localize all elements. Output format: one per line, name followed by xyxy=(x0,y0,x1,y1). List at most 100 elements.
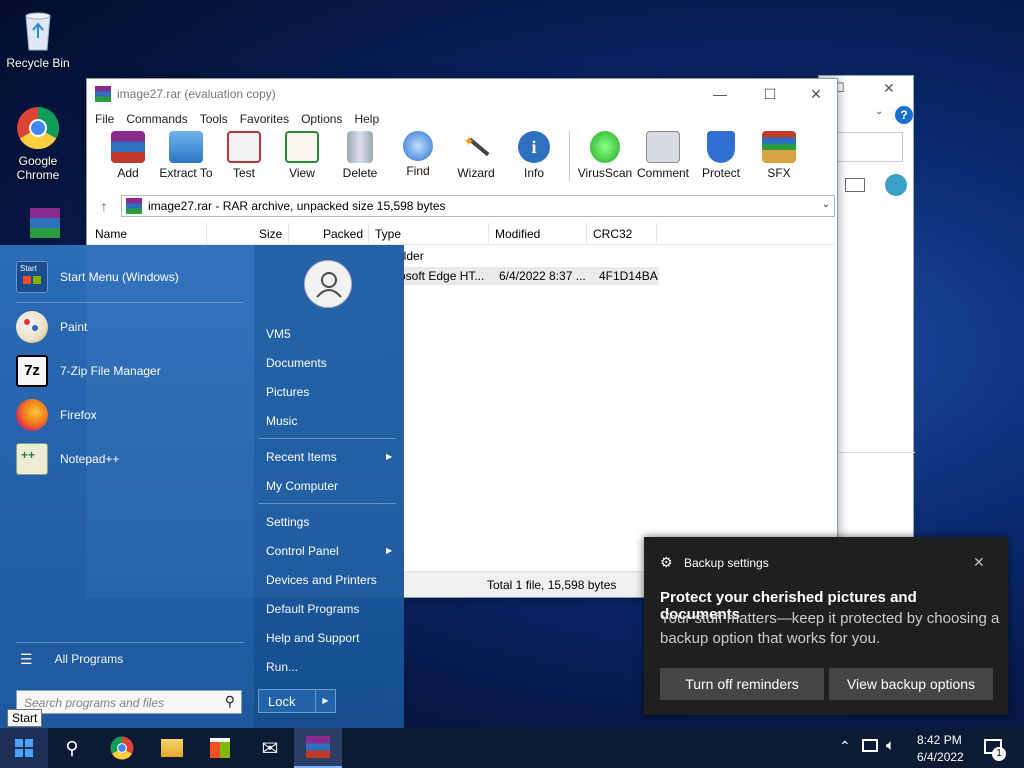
chevron-up-icon[interactable]: ⌃ xyxy=(839,738,851,755)
start-button[interactable] xyxy=(0,728,48,768)
trash-icon xyxy=(347,131,373,163)
turn-off-reminders-button[interactable]: Turn off reminders xyxy=(660,668,824,700)
menu-commands[interactable]: Commands xyxy=(120,112,193,126)
minimize-button[interactable]: — xyxy=(697,79,743,109)
sfx-icon xyxy=(762,131,796,163)
comment-icon xyxy=(646,131,680,163)
lock-button[interactable]: Lock ▶ xyxy=(258,689,336,713)
extract-to-button[interactable]: Extract To xyxy=(157,129,215,180)
start-link-music[interactable]: Music xyxy=(266,414,297,428)
protect-button[interactable]: Protect xyxy=(692,129,750,180)
add-icon xyxy=(111,131,145,163)
help-icon[interactable]: ? xyxy=(895,106,913,124)
globe-icon xyxy=(885,174,907,196)
toolbar: Add Extract To Test View Delete Find ✦ Wi… xyxy=(87,129,837,185)
up-arrow-icon[interactable]: ↑ xyxy=(87,198,121,214)
menu-file[interactable]: File xyxy=(89,112,120,126)
desktop-icon-label: Google Chrome xyxy=(16,154,60,182)
start-link-user[interactable]: VM5 xyxy=(266,327,291,341)
virus-icon xyxy=(590,131,620,163)
menu-options[interactable]: Options xyxy=(295,112,348,126)
virusscan-button[interactable]: VirusScan xyxy=(576,129,634,180)
search-box[interactable] xyxy=(837,132,903,162)
comment-button[interactable]: Comment xyxy=(634,129,692,180)
pinned-7zip[interactable]: 7z 7-Zip File Manager xyxy=(16,351,161,391)
column-type[interactable]: Type xyxy=(369,222,489,245)
clock-time[interactable]: 8:42 PM xyxy=(917,733,962,747)
column-header: Name Size Packed Type Modified CRC32 xyxy=(89,222,835,245)
delete-button[interactable]: Delete xyxy=(331,129,389,180)
chrome-icon[interactable] xyxy=(98,728,146,768)
gear-icon: ⚙ xyxy=(660,554,673,570)
store-icon[interactable] xyxy=(196,728,244,768)
start-menu[interactable]: Start Start Menu (Windows) Paint 7z 7-Zi… xyxy=(0,245,404,728)
start-link-default-programs[interactable]: Default Programs xyxy=(266,602,359,616)
all-programs-button[interactable]: ☰ All Programs xyxy=(20,639,123,679)
firefox-icon xyxy=(16,399,48,431)
column-size[interactable]: Size xyxy=(207,222,289,245)
backup-toast[interactable]: ⚙ Backup settings ✕ Protect your cherish… xyxy=(644,537,1008,715)
start-link-run[interactable]: Run... xyxy=(266,660,298,674)
search-icon[interactable]: ⚲ xyxy=(48,728,96,768)
wizard-button[interactable]: ✦ Wizard xyxy=(447,129,505,180)
start-link-documents[interactable]: Documents xyxy=(266,356,327,370)
pinned-firefox[interactable]: Firefox xyxy=(16,395,97,435)
column-name[interactable]: Name xyxy=(89,222,207,245)
start-link-my-computer[interactable]: My Computer xyxy=(266,479,338,493)
view-button[interactable]: View xyxy=(273,129,331,180)
chevron-down-icon[interactable]: ⌄ xyxy=(822,199,830,210)
info-button[interactable]: i Info xyxy=(505,129,563,180)
menu-help[interactable]: Help xyxy=(348,112,385,126)
start-link-help-support[interactable]: Help and Support xyxy=(266,631,359,645)
search-input[interactable]: Search programs and files ⚲ xyxy=(16,690,242,714)
chevron-down-icon[interactable]: ⌄ xyxy=(875,106,883,117)
list-icon: ☰ xyxy=(20,650,33,667)
column-crc32[interactable]: CRC32 xyxy=(587,222,657,245)
menu-favorites[interactable]: Favorites xyxy=(234,112,295,126)
book-icon xyxy=(285,131,319,163)
winrar-icon xyxy=(16,206,60,246)
address-bar: ↑ image27.rar - RAR archive, unpacked si… xyxy=(87,193,837,219)
pinned-paint[interactable]: Paint xyxy=(16,307,87,347)
sfx-button[interactable]: SFX xyxy=(750,129,808,180)
pinned-start-menu[interactable]: Start Start Menu (Windows) xyxy=(16,257,179,297)
maximize-button[interactable]: ☐ xyxy=(747,79,793,109)
desktop-icon-winrar[interactable] xyxy=(0,206,76,250)
winrar-taskbar-icon[interactable] xyxy=(294,728,342,768)
submenu-arrow-icon: ▶ xyxy=(386,546,393,555)
close-icon[interactable]: ✕ xyxy=(973,554,985,571)
toast-app-name: Backup settings xyxy=(684,556,769,570)
start-link-pictures[interactable]: Pictures xyxy=(266,385,309,399)
find-button[interactable]: Find xyxy=(389,129,447,178)
start-link-recent-items[interactable]: Recent Items xyxy=(266,450,337,464)
start-menu-icon: Start xyxy=(16,261,48,293)
chrome-icon xyxy=(16,106,60,150)
mail-icon[interactable]: ✉ xyxy=(246,728,294,768)
close-button[interactable]: ✕ xyxy=(793,79,839,109)
file-explorer-icon[interactable] xyxy=(148,728,196,768)
desktop-icon-recycle-bin[interactable]: Recycle Bin xyxy=(0,8,76,70)
view-backup-options-button[interactable]: View backup options xyxy=(829,668,993,700)
avatar[interactable] xyxy=(304,260,352,308)
list-item[interactable]: osoft Edge HT... 6/4/2022 8:37 ... 4F1D1… xyxy=(377,267,659,285)
view-icon[interactable] xyxy=(845,178,865,192)
network-icon[interactable] xyxy=(862,739,878,752)
test-button[interactable]: Test xyxy=(215,129,273,180)
recycle-bin-icon xyxy=(16,8,60,52)
start-link-devices-printers[interactable]: Devices and Printers xyxy=(266,573,377,587)
address-box[interactable]: image27.rar - RAR archive, unpacked size… xyxy=(121,195,835,217)
info-icon: i xyxy=(518,131,550,163)
start-link-settings[interactable]: Settings xyxy=(266,515,309,529)
column-packed[interactable]: Packed xyxy=(289,222,369,245)
start-link-control-panel[interactable]: Control Panel xyxy=(266,544,339,558)
clock-date[interactable]: 6/4/2022 xyxy=(917,750,964,764)
desktop-icon-chrome[interactable]: Google Chrome xyxy=(0,106,76,182)
lock-options-arrow-icon[interactable]: ▶ xyxy=(315,690,335,712)
pinned-notepadpp[interactable]: ++ Notepad++ xyxy=(16,439,119,479)
close-button[interactable]: ✕ xyxy=(883,80,895,97)
volume-icon[interactable]: 🔈︎ xyxy=(886,737,895,754)
column-modified[interactable]: Modified xyxy=(489,222,587,245)
menu-tools[interactable]: Tools xyxy=(194,112,234,126)
clipboard-check-icon xyxy=(227,131,261,163)
add-button[interactable]: Add xyxy=(99,129,157,180)
